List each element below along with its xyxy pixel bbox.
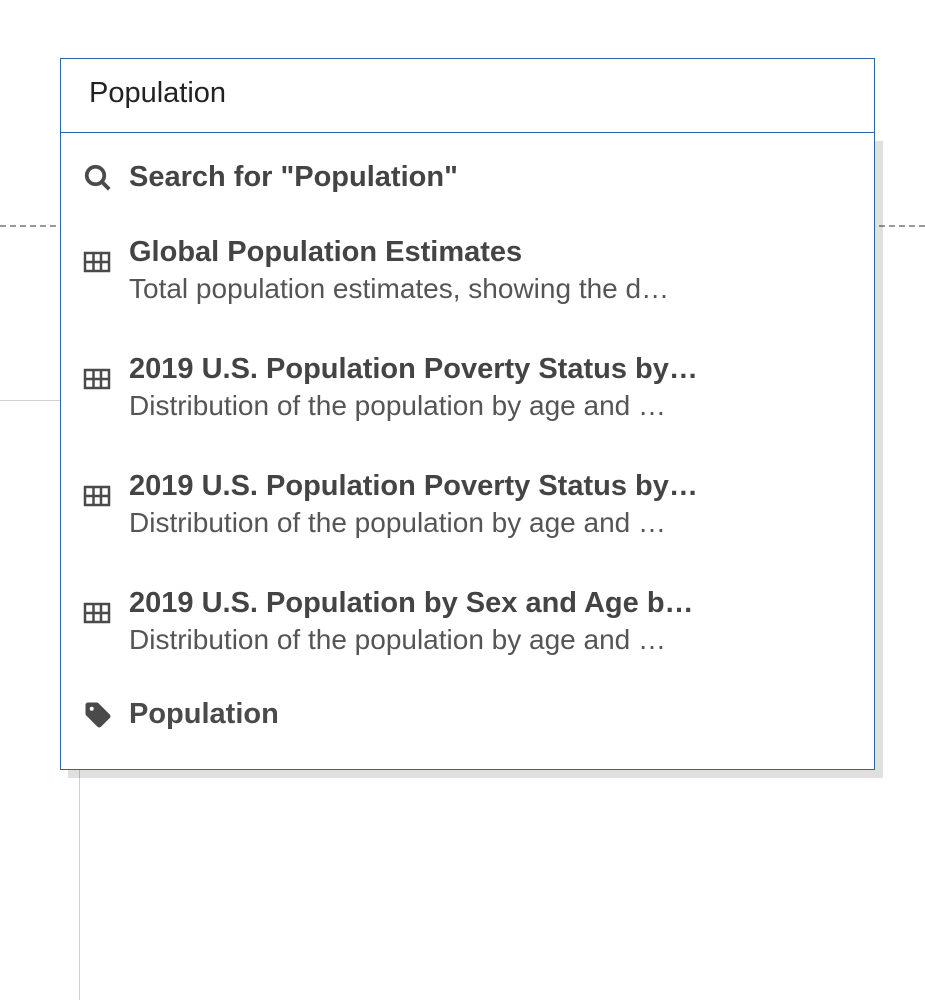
search-input[interactable] bbox=[60, 58, 875, 133]
table-icon bbox=[83, 601, 121, 625]
result-item[interactable]: 2019 U.S. Population by Sex and Age b… D… bbox=[61, 563, 874, 680]
result-description: Distribution of the population by age an… bbox=[129, 624, 846, 656]
result-title: Global Population Estimates bbox=[129, 236, 846, 269]
result-item[interactable]: Global Population Estimates Total popula… bbox=[61, 212, 874, 329]
result-item[interactable]: 2019 U.S. Population Poverty Status by… … bbox=[61, 329, 874, 446]
tag-label: Population bbox=[129, 698, 846, 731]
result-description: Distribution of the population by age an… bbox=[129, 507, 846, 539]
table-icon bbox=[83, 250, 121, 274]
search-autocomplete: Search for "Population" Global Populatio… bbox=[60, 58, 875, 770]
result-item[interactable]: 2019 U.S. Population Poverty Status by… … bbox=[61, 446, 874, 563]
result-description: Total population estimates, showing the … bbox=[129, 273, 846, 305]
search-action-label: Search for "Population" bbox=[129, 161, 846, 194]
result-title: 2019 U.S. Population Poverty Status by… bbox=[129, 353, 846, 386]
search-icon bbox=[83, 163, 121, 193]
autocomplete-dropdown: Search for "Population" Global Populatio… bbox=[60, 133, 875, 770]
result-title: 2019 U.S. Population Poverty Status by… bbox=[129, 470, 846, 503]
table-icon bbox=[83, 484, 121, 508]
table-icon bbox=[83, 367, 121, 391]
result-title: 2019 U.S. Population by Sex and Age b… bbox=[129, 587, 846, 620]
tag-item[interactable]: Population bbox=[61, 680, 874, 749]
search-action-item[interactable]: Search for "Population" bbox=[61, 143, 874, 212]
result-description: Distribution of the population by age an… bbox=[129, 390, 846, 422]
tag-icon bbox=[83, 700, 121, 730]
